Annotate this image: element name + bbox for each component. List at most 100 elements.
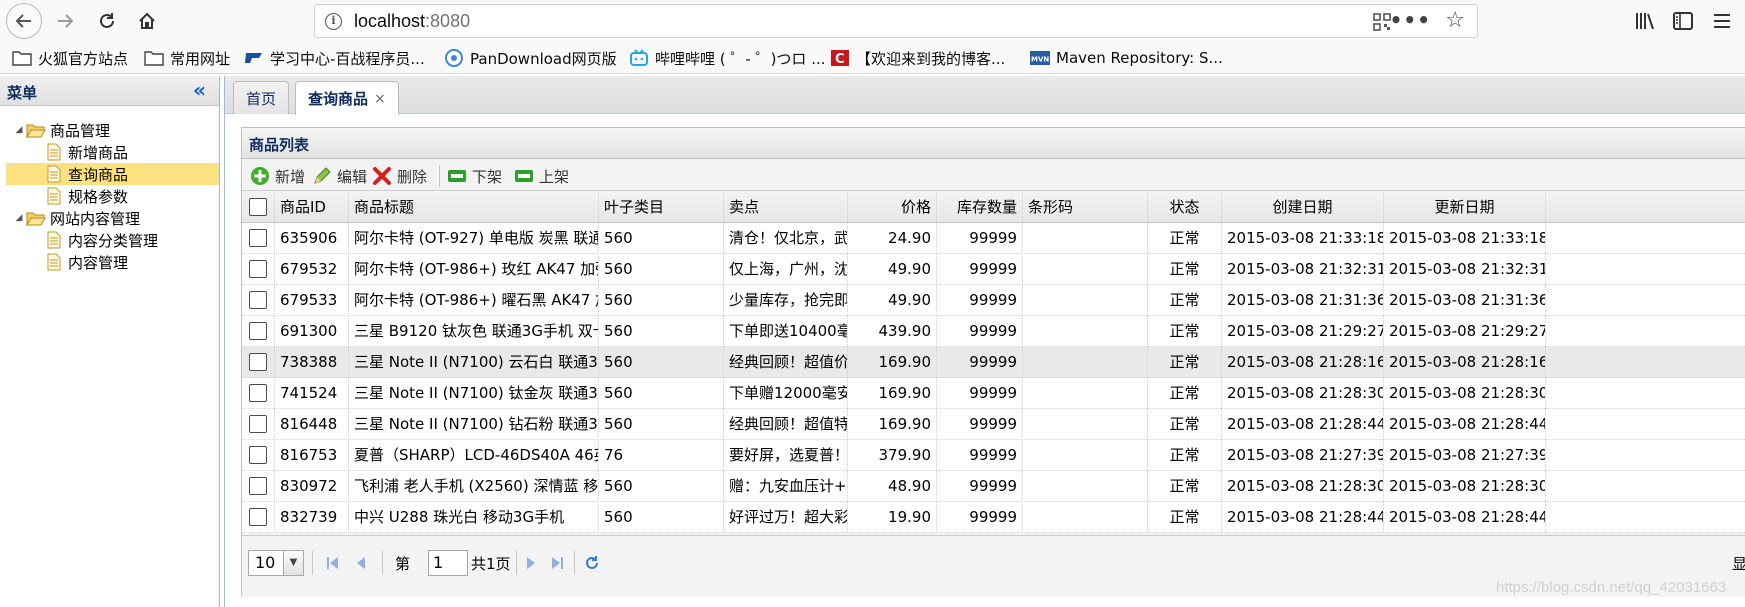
table-row[interactable]: 679532 阿尔卡特 (OT-986+) 玫红 AK47 加强 560 仅上海，广州… bbox=[242, 254, 1745, 285]
bookmark-item[interactable]: PanDownload网页版 bbox=[444, 47, 617, 69]
tree-node-label: 内容分类管理 bbox=[68, 231, 159, 250]
edit-button[interactable]: 编辑 bbox=[312, 164, 367, 188]
expand-triangle-icon[interactable]: ◢ bbox=[12, 213, 26, 223]
tree-node-content-category[interactable]: 内容分类管理 bbox=[44, 229, 219, 251]
table-row[interactable]: 830972 飞利浦 老人手机 (X2560) 深情蓝 移动 560 赠：九安血压计+… bbox=[242, 471, 1745, 502]
refresh-icon[interactable] bbox=[583, 554, 601, 572]
svg-text:C: C bbox=[835, 52, 845, 67]
column-header-stock[interactable]: 库存数量 bbox=[937, 192, 1023, 223]
table-row[interactable]: 679533 阿尔卡特 (OT-986+) 曜石黑 AK47 加 560 少量库存，抢… bbox=[242, 285, 1745, 316]
bookmark-star-icon[interactable]: ☆ bbox=[1445, 8, 1465, 33]
tab-home[interactable]: 首页 bbox=[233, 81, 290, 114]
row-checkbox[interactable] bbox=[249, 415, 267, 433]
delete-button[interactable]: 删除 bbox=[372, 164, 427, 188]
bookmark-item[interactable]: 学习中心-百战程序员... bbox=[244, 47, 425, 69]
table-row[interactable]: 816753 夏普（SHARP）LCD-46DS40A 46英 76 要好屏，选夏普！… bbox=[242, 440, 1745, 471]
table-row[interactable]: 738388 三星 Note II (N7100) 云石白 联通3G 560 经典回顾… bbox=[242, 347, 1745, 378]
cell-id: 738388 bbox=[275, 347, 349, 378]
table-row[interactable]: 832739 中兴 U288 珠光白 移动3G手机 560 好评过万！超大彩 19.90… bbox=[242, 502, 1745, 533]
row-checkbox[interactable] bbox=[249, 508, 267, 526]
row-checkbox[interactable] bbox=[249, 260, 267, 278]
tree-node-spec-params[interactable]: 规格参数 bbox=[44, 185, 219, 207]
forward-button[interactable] bbox=[48, 4, 82, 38]
cell-updated: 2015-03-08 21:28:44 bbox=[1384, 502, 1546, 533]
bookmark-label: 【欢迎来到我的博客... bbox=[856, 49, 1006, 68]
cell-created: 2015-03-08 21:28:30 bbox=[1222, 378, 1384, 409]
column-header-id[interactable]: 商品ID bbox=[275, 192, 349, 223]
back-button[interactable] bbox=[6, 3, 42, 39]
table-row[interactable]: 635906 阿尔卡特 (OT-927) 单电版 炭黑 联通 560 清仓！仅北京，武… bbox=[242, 223, 1745, 254]
row-checkbox[interactable] bbox=[249, 353, 267, 371]
tree-node-goods-management[interactable]: ◢ 商品管理 bbox=[12, 119, 219, 141]
close-icon[interactable]: × bbox=[374, 91, 386, 107]
tree-node-label: 商品管理 bbox=[50, 121, 111, 140]
cell-price: 439.90 bbox=[848, 316, 937, 347]
row-checkbox[interactable] bbox=[249, 291, 267, 309]
home-button[interactable] bbox=[130, 4, 164, 38]
bjsxt-icon bbox=[244, 49, 264, 67]
tab-query-goods[interactable]: 查询商品 × bbox=[295, 81, 399, 115]
bookmark-label: Maven Repository: S... bbox=[1056, 49, 1223, 67]
add-label: 新增 bbox=[275, 167, 306, 186]
tree-node-query-goods[interactable]: 查询商品 bbox=[6, 163, 219, 185]
cell-stock: 99999 bbox=[937, 254, 1023, 285]
sidebar-toggle-icon[interactable] bbox=[1668, 6, 1698, 36]
column-header-updated[interactable]: 更新日期 bbox=[1384, 192, 1546, 223]
next-page-icon[interactable] bbox=[522, 554, 540, 572]
page-size-value: 10 bbox=[255, 553, 276, 572]
tree-node-label: 规格参数 bbox=[68, 187, 129, 206]
bookmark-item[interactable]: 常用网址 bbox=[144, 47, 230, 69]
cell-title: 阿尔卡特 (OT-927) 单电版 炭黑 联通 bbox=[349, 223, 599, 254]
bookmark-item[interactable]: 火狐官方站点 bbox=[12, 47, 128, 69]
url-text[interactable]: localhost:8080 bbox=[354, 11, 470, 32]
tree-node-add-goods[interactable]: 新增商品 bbox=[44, 141, 219, 163]
row-checkbox[interactable] bbox=[249, 446, 267, 464]
cell-sell-point: 赠：九安血压计+ bbox=[724, 471, 848, 502]
row-checkbox[interactable] bbox=[249, 229, 267, 247]
hamburger-menu-icon[interactable] bbox=[1707, 6, 1737, 36]
last-page-icon[interactable] bbox=[548, 554, 566, 572]
offline-button[interactable]: 下架 bbox=[447, 164, 502, 188]
column-header-status[interactable]: 状态 bbox=[1148, 192, 1222, 223]
column-header-sell-point[interactable]: 卖点 bbox=[724, 192, 848, 223]
library-icon[interactable] bbox=[1630, 6, 1660, 36]
online-button[interactable]: 上架 bbox=[514, 164, 569, 188]
url-bar[interactable]: i localhost:8080 ••• ☆ bbox=[314, 4, 1478, 38]
select-all-checkbox[interactable] bbox=[249, 198, 267, 216]
qrcode-icon[interactable] bbox=[1373, 13, 1391, 35]
reload-button[interactable] bbox=[90, 4, 124, 38]
tree-node-content-management[interactable]: 内容管理 bbox=[44, 251, 219, 273]
page-size-select[interactable]: 10 ▼ bbox=[248, 550, 304, 576]
row-checkbox[interactable] bbox=[249, 322, 267, 340]
info-icon[interactable]: i bbox=[325, 13, 342, 30]
bookmark-item[interactable]: 哔哩哔哩 ( ゜- ゜)つロ ... bbox=[629, 47, 826, 69]
column-header-title[interactable]: 商品标题 bbox=[349, 192, 599, 223]
first-page-icon[interactable] bbox=[324, 554, 342, 572]
table-row[interactable]: 816448 三星 Note II (N7100) 钻石粉 联通3G 560 经典回顾… bbox=[242, 409, 1745, 440]
row-checkbox[interactable] bbox=[249, 384, 267, 402]
page-number-input[interactable]: 1 bbox=[428, 550, 468, 576]
tree-node-site-content[interactable]: ◢ 网站内容管理 bbox=[12, 207, 219, 229]
collapse-left-icon[interactable]: « bbox=[193, 78, 206, 102]
tabs-bar: 首页 查询商品 × bbox=[225, 76, 1745, 115]
column-header-category[interactable]: 叶子类目 bbox=[599, 192, 724, 223]
table-row[interactable]: 741524 三星 Note II (N7100) 钛金灰 联通3G 560 下单赠1… bbox=[242, 378, 1745, 409]
browser-toolbar: i localhost:8080 ••• ☆ bbox=[0, 0, 1745, 42]
column-header-barcode[interactable]: 条形码 bbox=[1023, 192, 1148, 223]
prev-page-icon[interactable] bbox=[352, 554, 370, 572]
page-actions-icon[interactable]: ••• bbox=[1390, 8, 1431, 32]
bookmark-item[interactable]: MVN Maven Repository: S... bbox=[1030, 47, 1223, 69]
table-row[interactable]: 691300 三星 B9120 钛灰色 联通3G手机 双卡 560 下单即送10400… bbox=[242, 316, 1745, 347]
column-header-price[interactable]: 价格 bbox=[848, 192, 937, 223]
expand-triangle-icon[interactable]: ◢ bbox=[12, 125, 26, 135]
bookmark-item[interactable]: C 【欢迎来到我的博客... bbox=[830, 47, 1005, 69]
column-header-created[interactable]: 创建日期 bbox=[1222, 192, 1384, 223]
bookmark-label: 哔哩哔哩 ( ゜- ゜)つロ ... bbox=[655, 49, 826, 68]
row-checkbox[interactable] bbox=[249, 477, 267, 495]
add-button[interactable]: 新增 bbox=[250, 164, 305, 188]
delete-x-icon bbox=[372, 166, 392, 186]
grid-header: 商品ID 商品标题 叶子类目 卖点 价格 库存数量 条形码 状态 创建日期 更新… bbox=[242, 192, 1745, 223]
cell-updated: 2015-03-08 21:28:30 bbox=[1384, 378, 1546, 409]
chevron-down-icon[interactable]: ▼ bbox=[283, 551, 303, 575]
cell-created: 2015-03-08 21:28:30 bbox=[1222, 471, 1384, 502]
